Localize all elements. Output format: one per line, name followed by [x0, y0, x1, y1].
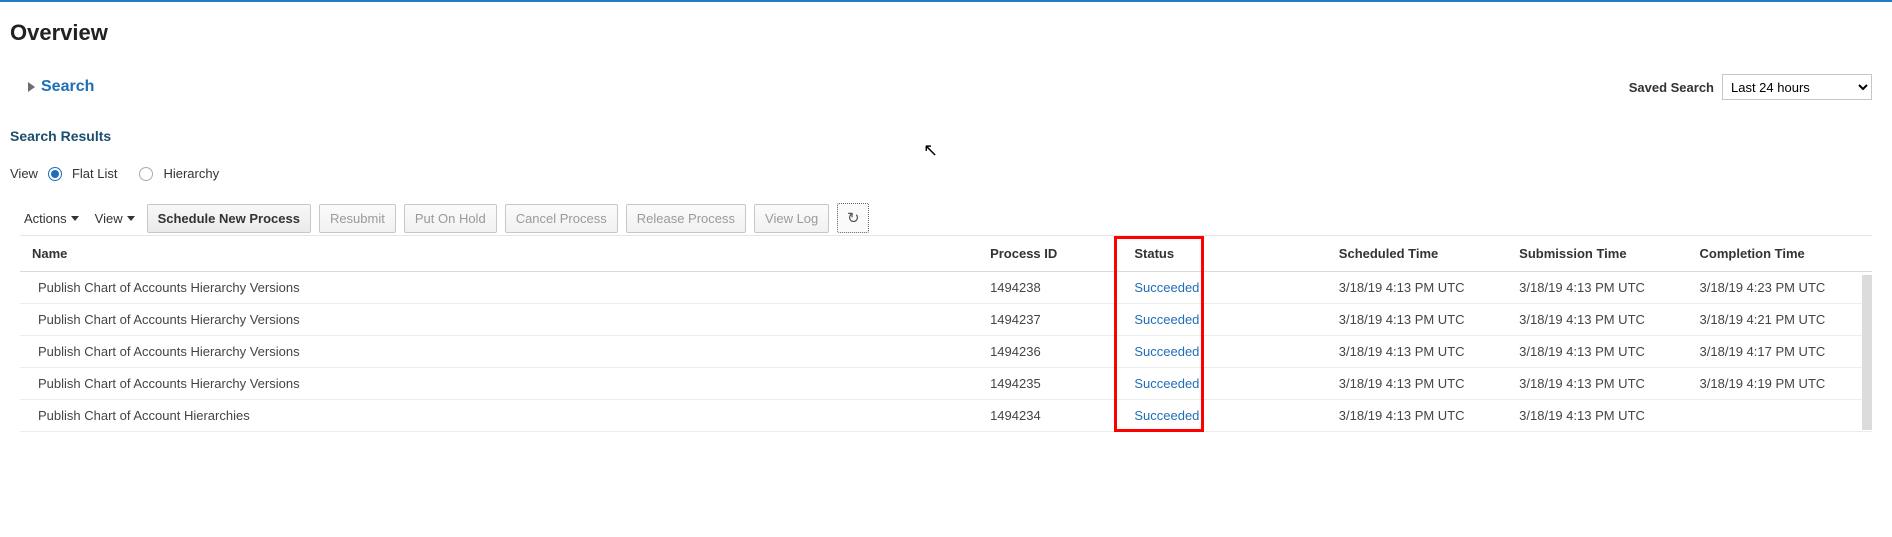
- results-table: Name Process ID Status Scheduled Time Su…: [20, 235, 1872, 432]
- table-row[interactable]: Publish Chart of Accounts Hierarchy Vers…: [20, 368, 1872, 400]
- cell-name: Publish Chart of Accounts Hierarchy Vers…: [20, 368, 982, 400]
- cell-completion-time: 3/18/19 4:17 PM UTC: [1692, 336, 1872, 368]
- cell-scheduled-time: 3/18/19 4:13 PM UTC: [1331, 272, 1511, 304]
- table-row[interactable]: Publish Chart of Account Hierarchies1494…: [20, 400, 1872, 432]
- status-link[interactable]: Succeeded: [1134, 312, 1199, 327]
- cancel-process-button[interactable]: Cancel Process: [505, 204, 618, 233]
- col-header-status[interactable]: Status: [1126, 236, 1330, 272]
- cell-scheduled-time: 3/18/19 4:13 PM UTC: [1331, 336, 1511, 368]
- radio-flat-list-label: Flat List: [72, 166, 118, 181]
- cell-submission-time: 3/18/19 4:13 PM UTC: [1511, 400, 1691, 432]
- status-link[interactable]: Succeeded: [1134, 344, 1199, 359]
- cell-process-id: 1494237: [982, 304, 1126, 336]
- refresh-button[interactable]: ↻: [837, 203, 869, 233]
- schedule-new-process-button[interactable]: Schedule New Process: [147, 204, 311, 233]
- view-log-button[interactable]: View Log: [754, 204, 829, 233]
- search-collapse-toggle[interactable]: Search: [28, 78, 94, 96]
- radio-hierarchy[interactable]: [139, 167, 153, 181]
- triangle-right-icon: [28, 82, 35, 92]
- cell-submission-time: 3/18/19 4:13 PM UTC: [1511, 336, 1691, 368]
- search-results-heading: Search Results: [10, 128, 1882, 144]
- radio-hierarchy-label: Hierarchy: [163, 166, 219, 181]
- cell-scheduled-time: 3/18/19 4:13 PM UTC: [1331, 400, 1511, 432]
- saved-search-label: Saved Search: [1629, 80, 1714, 95]
- col-header-completion-time[interactable]: Completion Time: [1692, 236, 1872, 272]
- cell-name: Publish Chart of Accounts Hierarchy Vers…: [20, 272, 982, 304]
- cell-name: Publish Chart of Accounts Hierarchy Vers…: [20, 304, 982, 336]
- view-menu[interactable]: View: [91, 205, 139, 232]
- cell-submission-time: 3/18/19 4:13 PM UTC: [1511, 304, 1691, 336]
- cell-completion-time: [1692, 400, 1872, 432]
- cell-completion-time: 3/18/19 4:21 PM UTC: [1692, 304, 1872, 336]
- scrollbar[interactable]: [1862, 275, 1872, 430]
- saved-search-select[interactable]: Last 24 hours: [1722, 74, 1872, 100]
- cell-name: Publish Chart of Accounts Hierarchy Vers…: [20, 336, 982, 368]
- release-process-button[interactable]: Release Process: [626, 204, 746, 233]
- resubmit-button[interactable]: Resubmit: [319, 204, 396, 233]
- view-label: View: [10, 166, 38, 181]
- table-row[interactable]: Publish Chart of Accounts Hierarchy Vers…: [20, 272, 1872, 304]
- caret-down-icon: [71, 216, 79, 221]
- table-row[interactable]: Publish Chart of Accounts Hierarchy Vers…: [20, 304, 1872, 336]
- col-header-scheduled-time[interactable]: Scheduled Time: [1331, 236, 1511, 272]
- cell-scheduled-time: 3/18/19 4:13 PM UTC: [1331, 304, 1511, 336]
- put-on-hold-button[interactable]: Put On Hold: [404, 204, 497, 233]
- cell-completion-time: 3/18/19 4:19 PM UTC: [1692, 368, 1872, 400]
- cell-process-id: 1494234: [982, 400, 1126, 432]
- status-link[interactable]: Succeeded: [1134, 280, 1199, 295]
- cell-scheduled-time: 3/18/19 4:13 PM UTC: [1331, 368, 1511, 400]
- cell-submission-time: 3/18/19 4:13 PM UTC: [1511, 272, 1691, 304]
- col-header-name[interactable]: Name: [20, 236, 982, 272]
- cell-process-id: 1494238: [982, 272, 1126, 304]
- refresh-icon: ↻: [847, 209, 860, 227]
- cell-completion-time: 3/18/19 4:23 PM UTC: [1692, 272, 1872, 304]
- table-row[interactable]: Publish Chart of Accounts Hierarchy Vers…: [20, 336, 1872, 368]
- col-header-process-id[interactable]: Process ID: [982, 236, 1126, 272]
- cell-process-id: 1494235: [982, 368, 1126, 400]
- status-link[interactable]: Succeeded: [1134, 376, 1199, 391]
- cell-name: Publish Chart of Account Hierarchies: [20, 400, 982, 432]
- results-table-wrap: Name Process ID Status Scheduled Time Su…: [20, 235, 1872, 432]
- search-label: Search: [41, 78, 94, 96]
- cell-submission-time: 3/18/19 4:13 PM UTC: [1511, 368, 1691, 400]
- actions-menu[interactable]: Actions: [20, 205, 83, 232]
- cell-process-id: 1494236: [982, 336, 1126, 368]
- status-link[interactable]: Succeeded: [1134, 408, 1199, 423]
- col-header-submission-time[interactable]: Submission Time: [1511, 236, 1691, 272]
- radio-flat-list[interactable]: [48, 167, 62, 181]
- caret-down-icon: [127, 216, 135, 221]
- page-title: Overview: [10, 20, 1882, 46]
